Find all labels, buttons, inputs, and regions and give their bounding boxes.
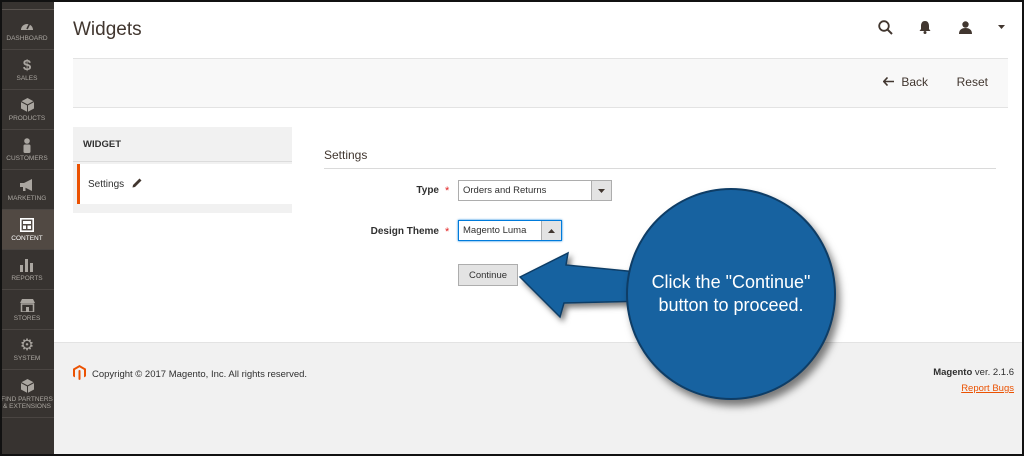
sidebar-item-label: Content xyxy=(11,235,43,242)
gear-icon: ⚙ xyxy=(19,337,35,354)
sidebar-item-content[interactable]: Content xyxy=(0,210,54,250)
sidebar-item-stores[interactable]: Stores xyxy=(0,290,54,330)
type-select[interactable]: Orders and Returns xyxy=(458,180,612,201)
design-theme-field-label: Design Theme xyxy=(370,226,439,237)
sidebar-item-label: System xyxy=(13,355,41,362)
sidebar-item-label: Dashboard xyxy=(6,35,48,42)
layout-icon xyxy=(20,217,34,233)
type-select-value: Orders and Returns xyxy=(463,185,547,196)
store-icon xyxy=(19,297,35,313)
cube-icon xyxy=(20,97,34,113)
version-info: Magento ver. 2.1.6 xyxy=(933,367,1014,378)
type-field-label: Type xyxy=(416,185,439,196)
user-icon[interactable] xyxy=(956,18,974,36)
tab-settings-label: Settings xyxy=(88,178,125,190)
sidebar-item-marketing[interactable]: Marketing xyxy=(0,170,54,210)
chevron-down-icon xyxy=(591,181,611,200)
search-icon[interactable] xyxy=(876,18,894,36)
tab-settings[interactable]: Settings xyxy=(77,164,292,204)
design-theme-select-value: Magento Luma xyxy=(463,225,527,236)
copyright-text: Copyright © 2017 Magento, Inc. All right… xyxy=(92,368,308,380)
sidebar-item-label: Customers xyxy=(6,155,48,162)
sidebar-item-customers[interactable]: Customers xyxy=(0,130,54,170)
required-asterisk: * xyxy=(445,226,450,238)
arrow-left-icon xyxy=(883,75,895,89)
continue-button[interactable]: Continue xyxy=(458,264,518,286)
sidebar-item-system[interactable]: ⚙ System xyxy=(0,330,54,370)
widget-tabs-panel: Widget Settings xyxy=(73,127,292,213)
settings-section-title: Settings xyxy=(324,148,368,162)
page-footer: Copyright © 2017 Magento, Inc. All right… xyxy=(54,342,1024,456)
header-actions xyxy=(876,18,1006,36)
version-text: ver. 2.1.6 xyxy=(972,367,1014,378)
sidebar-item-partners[interactable]: Find Partners & Extensions xyxy=(0,370,54,418)
dashboard-icon xyxy=(20,17,34,33)
brand-name: Magento xyxy=(933,367,973,378)
sidebar-item-label: Sales xyxy=(16,75,38,82)
sidebar-item-label: Stores xyxy=(13,315,41,322)
page-actions-bar: Back Reset xyxy=(73,58,1008,108)
reset-button[interactable]: Reset xyxy=(957,75,988,89)
section-divider xyxy=(324,168,996,169)
magento-logo-icon xyxy=(73,365,86,383)
caret-down-icon[interactable] xyxy=(996,18,1006,36)
sidebar-item-reports[interactable]: Reports xyxy=(0,250,54,290)
sidebar-item-label: Products xyxy=(8,115,46,122)
report-bugs-link[interactable]: Report Bugs xyxy=(961,383,1014,394)
sidebar-item-label: Find Partners & Extensions xyxy=(1,395,53,410)
back-button-label: Back xyxy=(901,75,928,89)
copyright: Copyright © 2017 Magento, Inc. All right… xyxy=(73,365,307,383)
back-button[interactable]: Back xyxy=(883,75,928,89)
sidebar-item-products[interactable]: Products xyxy=(0,90,54,130)
required-asterisk: * xyxy=(445,185,450,197)
sidebar-logo-strip xyxy=(0,0,54,10)
bell-icon[interactable] xyxy=(916,18,934,36)
dollar-icon: $ xyxy=(22,56,32,74)
callout-text: Click the "Continue" button to proceed. xyxy=(651,272,811,315)
bar-chart-icon xyxy=(20,257,34,273)
sidebar-item-label: Reports xyxy=(11,275,43,282)
admin-sidebar: Dashboard $ Sales Products Customers Mar… xyxy=(0,0,54,456)
person-icon xyxy=(22,137,32,153)
callout-bubble: Click the "Continue" button to proceed. xyxy=(626,188,836,400)
sidebar-item-label: Marketing xyxy=(7,195,47,202)
megaphone-icon xyxy=(19,177,35,193)
page-title: Widgets xyxy=(73,19,142,40)
box-icon xyxy=(20,378,34,394)
tabs-title: Widget xyxy=(73,127,292,162)
sidebar-item-sales[interactable]: $ Sales xyxy=(0,50,54,90)
sidebar-item-dashboard[interactable]: Dashboard xyxy=(0,10,54,50)
pencil-icon xyxy=(132,178,142,191)
